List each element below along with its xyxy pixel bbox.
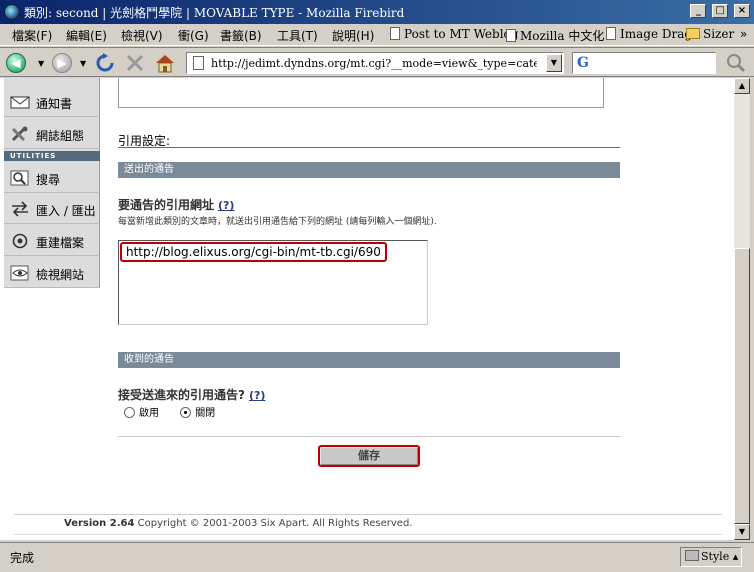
home-icon[interactable] bbox=[154, 53, 176, 73]
minimize-button[interactable]: _ bbox=[690, 4, 707, 18]
sidebar-item-rebuild[interactable]: 重建檔案 bbox=[4, 226, 100, 256]
bookmark-post-to-mt[interactable]: Post to MT Weblog bbox=[390, 27, 518, 41]
rebuild-icon bbox=[12, 233, 28, 249]
menu-help[interactable]: 說明(H) bbox=[332, 27, 374, 44]
ping-urls-hint: 每當新增此類別的文章時，就送出引用通告給下列的網址 (請每列輸入一個網址). bbox=[118, 217, 437, 227]
url-history-dropdown-icon[interactable]: ▼ bbox=[546, 54, 562, 72]
radio-enable-label: 啟用 bbox=[139, 408, 159, 419]
divider bbox=[118, 147, 620, 148]
sidebar-item-import-export[interactable]: 匯入 / 匯出 bbox=[4, 194, 100, 224]
radio-disable-label: 關閉 bbox=[195, 408, 216, 419]
url-bar[interactable]: ▼ bbox=[186, 52, 564, 74]
sidebar: 通知書 網誌組態 UTILITIES 搜尋 匯入 / 匯出 重建檔案 檢視網站 bbox=[4, 78, 100, 288]
divider bbox=[118, 436, 620, 437]
save-button[interactable]: 儲存 bbox=[318, 445, 420, 467]
sidebar-item-search[interactable]: 搜尋 bbox=[4, 163, 100, 193]
menu-go[interactable]: 衝(G) bbox=[178, 27, 209, 44]
style-switcher-label: Style ▴ bbox=[701, 550, 739, 563]
reload-icon[interactable] bbox=[94, 53, 116, 73]
ping-urls-help-link[interactable]: (?) bbox=[218, 199, 234, 212]
scroll-up-button[interactable]: ▲ bbox=[734, 78, 750, 94]
bookmark-label: Sizer bbox=[703, 27, 735, 41]
status-text: 完成 bbox=[10, 551, 35, 565]
accept-pings-label: 接受送進來的引用通告? (?) bbox=[118, 386, 265, 403]
throbber-icon[interactable] bbox=[724, 52, 748, 74]
sidebar-item-label: 通知書 bbox=[36, 97, 73, 111]
bookmark-label: Mozilla 中文化 bbox=[520, 29, 605, 43]
menu-tools[interactable]: 工具(T) bbox=[277, 27, 318, 44]
title-bar: 類別: second | 光劍格鬥學院 | MOVABLE TYPE - Moz… bbox=[0, 0, 754, 24]
tools-icon bbox=[11, 126, 28, 142]
version-label: Version 2.64 bbox=[64, 518, 135, 529]
bookmark-image-drag[interactable]: Image Drag bbox=[606, 27, 692, 41]
accept-pings-label-text: 接受送進來的引用通告? bbox=[118, 388, 245, 402]
sidebar-item-label: 檢視網站 bbox=[36, 268, 85, 282]
sidebar-item-label: 網誌組態 bbox=[36, 129, 85, 143]
back-dropdown-icon[interactable]: ▼ bbox=[38, 59, 44, 68]
outgoing-pings-bar: 送出的通告 bbox=[118, 162, 620, 178]
ping-urls-label: 要通告的引用網址 (?) bbox=[118, 196, 234, 213]
magnifier-icon bbox=[10, 170, 29, 186]
ping-urls-textarea[interactable]: http://blog.elixus.org/cgi-bin/mt-tb.cgi… bbox=[118, 240, 428, 325]
style-switcher[interactable]: Style ▴ bbox=[680, 547, 742, 567]
page-icon bbox=[606, 27, 616, 40]
scroll-down-button[interactable]: ▼ bbox=[734, 524, 750, 540]
accept-pings-help-link[interactable]: (?) bbox=[249, 389, 265, 402]
google-icon[interactable]: G bbox=[577, 55, 591, 71]
page-icon bbox=[193, 56, 204, 70]
sidebar-item-label: 搜尋 bbox=[36, 173, 61, 187]
menu-bookmarks[interactable]: 書籤(B) bbox=[220, 27, 262, 44]
folder-icon bbox=[686, 28, 700, 39]
vertical-scrollbar[interactable]: ▲ ▼ bbox=[734, 78, 750, 540]
envelope-icon bbox=[10, 96, 30, 109]
import-export-icon bbox=[12, 201, 28, 217]
sidebar-item-label: 重建檔案 bbox=[36, 236, 85, 250]
bookmark-sizer[interactable]: Sizer bbox=[686, 27, 734, 41]
page-content: 通知書 網誌組態 UTILITIES 搜尋 匯入 / 匯出 重建檔案 檢視網站 … bbox=[0, 78, 734, 540]
menu-view[interactable]: 檢視(V) bbox=[121, 27, 163, 44]
status-bar: 完成 Style ▴ bbox=[0, 542, 754, 572]
url-input[interactable] bbox=[211, 55, 537, 71]
sidebar-item-label: 匯入 / 匯出 bbox=[36, 204, 96, 218]
eye-icon bbox=[10, 265, 29, 281]
bookmarks-overflow-chevron[interactable]: » bbox=[740, 27, 747, 41]
maximize-button[interactable]: □ bbox=[712, 4, 729, 18]
forward-arrow-icon[interactable]: ▶ bbox=[52, 53, 72, 73]
incoming-pings-bar: 收到的通告 bbox=[118, 352, 620, 368]
sidebar-item-blog-config[interactable]: 網誌組態 bbox=[4, 119, 100, 149]
accept-pings-radio-group: 啟用 關閉 bbox=[124, 404, 233, 419]
copyright-text: Copyright © 2001-2003 Six Apart. All Rig… bbox=[137, 518, 413, 529]
page-icon bbox=[390, 27, 400, 40]
stylesheet-icon bbox=[685, 550, 699, 561]
footer-copyright: Version 2.64 Copyright © 2001-2003 Six A… bbox=[64, 518, 412, 529]
utilities-heading: UTILITIES bbox=[4, 151, 100, 161]
firebird-app-icon bbox=[4, 4, 20, 20]
divider bbox=[14, 514, 722, 515]
close-button[interactable]: × bbox=[734, 4, 750, 18]
back-arrow-icon[interactable]: ◀ bbox=[6, 53, 26, 73]
forward-dropdown-icon[interactable]: ▼ bbox=[80, 59, 86, 68]
radio-disable[interactable] bbox=[180, 407, 192, 418]
window-controls: _ □ × bbox=[688, 4, 750, 18]
radio-enable[interactable] bbox=[124, 407, 135, 418]
previous-textarea[interactable] bbox=[118, 78, 604, 108]
sidebar-item-notifications[interactable]: 通知書 bbox=[4, 87, 100, 117]
search-input[interactable] bbox=[595, 55, 713, 71]
menu-file[interactable]: 檔案(F) bbox=[12, 27, 52, 44]
sidebar-item-view-site[interactable]: 檢視網站 bbox=[4, 258, 100, 288]
window-title: 類別: second | 光劍格鬥學院 | MOVABLE TYPE - Moz… bbox=[24, 6, 405, 20]
bookmark-label: Image Drag bbox=[620, 27, 693, 41]
navigation-toolbar: ◀ ▼ ▶ ▼ ▼ G bbox=[0, 47, 754, 77]
ping-url-value[interactable]: http://blog.elixus.org/cgi-bin/mt-tb.cgi… bbox=[120, 242, 387, 262]
page-icon bbox=[506, 29, 516, 42]
stop-icon[interactable] bbox=[124, 53, 146, 73]
search-box[interactable]: G bbox=[572, 52, 716, 74]
divider bbox=[14, 534, 722, 535]
menu-bar: 檔案(F) 編輯(E) 檢視(V) 衝(G) 書籤(B) 工具(T) 說明(H)… bbox=[0, 24, 754, 46]
scroll-thumb[interactable] bbox=[734, 248, 750, 524]
ping-urls-label-text: 要通告的引用網址 bbox=[118, 198, 215, 212]
menu-edit[interactable]: 編輯(E) bbox=[66, 27, 107, 44]
bookmark-label: Post to MT Weblog bbox=[404, 27, 519, 41]
bookmark-mozilla-zh[interactable]: Mozilla 中文化 bbox=[506, 27, 604, 44]
